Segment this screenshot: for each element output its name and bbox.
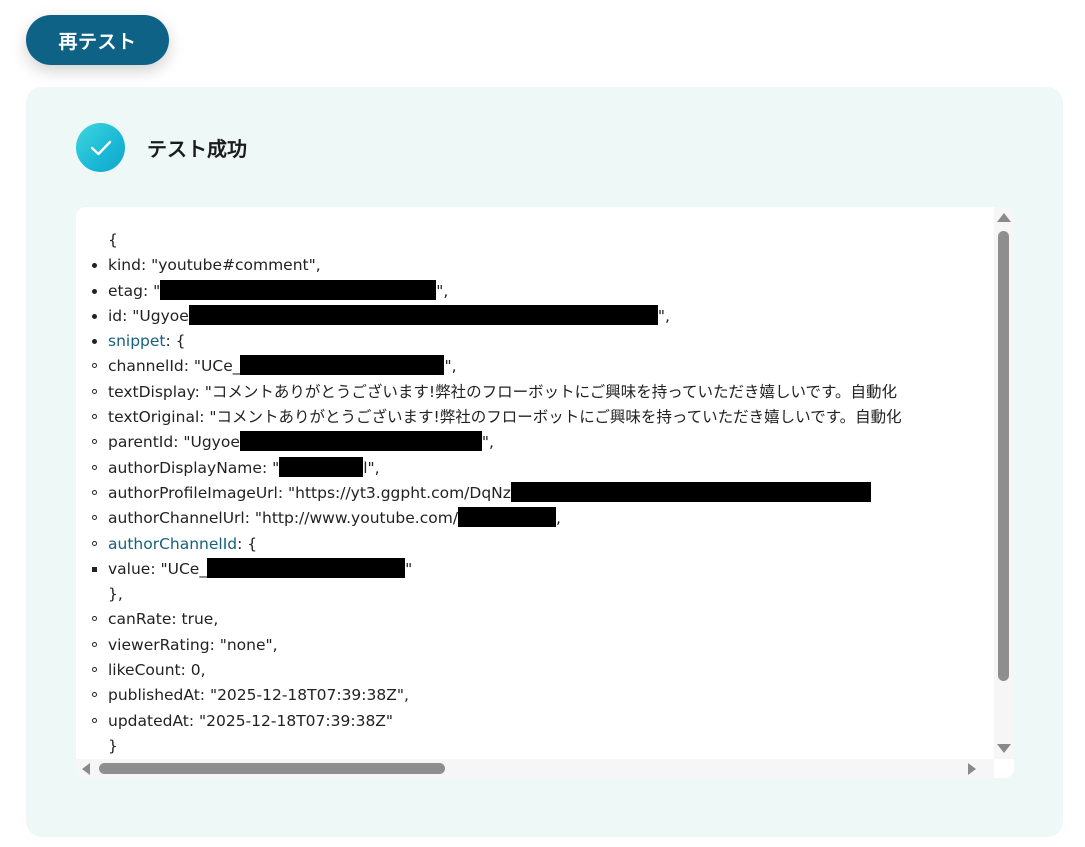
- list-item: kind: "youtube#comment",: [92, 253, 902, 278]
- list-item: canRate: true,: [92, 607, 902, 632]
- horizontal-scrollbar[interactable]: [76, 759, 994, 778]
- value-key: value: "UCe_: [108, 559, 208, 578]
- snippet-key-link[interactable]: snippet: [108, 332, 166, 350]
- authorDisplayName-key: authorDisplayName: ": [108, 458, 280, 477]
- list-item: updatedAt: "2025-12-18T07:39:38Z": [92, 709, 902, 734]
- triangle-up-icon[interactable]: [997, 213, 1011, 222]
- check-icon: [76, 123, 125, 172]
- channelId-suffix: ",: [444, 357, 457, 376]
- list-item: authorChannelId: { value: "UCe_ " },: [92, 532, 902, 608]
- authorChannelUrl-key: authorChannelUrl: "http://www.youtube.co…: [108, 509, 459, 528]
- list-item: value: "UCe_ ": [92, 557, 902, 582]
- list-item: authorDisplayName: " l",: [92, 456, 902, 481]
- canRate-line: canRate: true,: [108, 610, 219, 629]
- triangle-down-icon[interactable]: [997, 744, 1011, 753]
- redaction-block: [207, 557, 406, 578]
- open-brace: {: [108, 231, 118, 249]
- likeCount-line: likeCount: 0,: [108, 661, 206, 680]
- status-text: テスト成功: [147, 137, 247, 161]
- horizontal-scroll-thumb[interactable]: [99, 763, 445, 774]
- vertical-scrollbar[interactable]: [994, 207, 1014, 759]
- list-item: textOriginal: "コメントありがとうございます!弊社のフローボットに…: [92, 405, 902, 430]
- list-item: id: "Ugyoe ",: [92, 304, 902, 329]
- triangle-left-icon[interactable]: [82, 763, 90, 775]
- redaction-block: [239, 431, 482, 452]
- redaction-block: [160, 279, 437, 300]
- updatedAt-line: updatedAt: "2025-12-18T07:39:38Z": [108, 711, 394, 730]
- list-item: authorChannelUrl: "http://www.youtube.co…: [92, 506, 902, 531]
- list-item: viewerRating: "none",: [92, 633, 902, 658]
- list-item: etag: " ",: [92, 279, 902, 304]
- list-item: likeCount: 0,: [92, 658, 902, 683]
- authorDisplayName-suffix: l",: [363, 458, 380, 477]
- authorChannelUrl-suffix: ,: [556, 509, 561, 528]
- json-tree: { kind: "youtube#comment", etag: " ", id:…: [92, 228, 902, 759]
- test-result-panel: テスト成功 { kind: "youtube#comment", etag: "…: [26, 87, 1063, 837]
- value-suffix: ": [405, 559, 413, 578]
- list-item: snippet: { channelId: "UCe_ ", textDispla…: [92, 329, 902, 759]
- authorChannelId-key-link[interactable]: authorChannelId: [108, 535, 237, 553]
- list-item: authorProfileImageUrl: "https://yt3.ggph…: [92, 481, 902, 506]
- textDisplay-line: textDisplay: "コメントありがとうございます!弊社のフローボットにご…: [108, 382, 897, 401]
- redaction-block: [279, 456, 364, 477]
- triangle-right-icon[interactable]: [968, 763, 976, 775]
- list-item: channelId: "UCe_ ",: [92, 354, 902, 379]
- snippet-close-brace: }: [108, 736, 118, 755]
- authorProfileImageUrl-key: authorProfileImageUrl: "https://yt3.ggph…: [108, 483, 511, 502]
- parentId-suffix: ",: [481, 433, 494, 452]
- redaction-block: [240, 355, 445, 376]
- json-viewer[interactable]: { kind: "youtube#comment", etag: " ", id:…: [76, 207, 994, 759]
- top-level-list: kind: "youtube#comment", etag: " ", id: "…: [92, 253, 902, 759]
- publishedAt-line: publishedAt: "2025-12-18T07:39:38Z",: [108, 686, 409, 705]
- etag-key: etag: ": [108, 281, 161, 300]
- redaction-block: [510, 481, 871, 502]
- list-item: textDisplay: "コメントありがとうございます!弊社のフローボットにご…: [92, 380, 902, 405]
- list-item: parentId: "Ugyoe ",: [92, 430, 902, 455]
- viewerRating-line: viewerRating: "none",: [108, 635, 278, 654]
- retest-button[interactable]: 再テスト: [26, 15, 169, 65]
- list-item: publishedAt: "2025-12-18T07:39:38Z",: [92, 683, 902, 708]
- etag-suffix: ",: [436, 281, 449, 300]
- status-row: テスト成功: [76, 123, 247, 172]
- authorChannelId-list: value: "UCe_ ": [92, 557, 902, 582]
- snippet-open: : {: [165, 332, 186, 351]
- vertical-scroll-thumb[interactable]: [998, 231, 1009, 681]
- id-suffix: ",: [657, 306, 670, 325]
- authorChannelId-open: : {: [237, 534, 258, 553]
- redaction-block: [458, 507, 557, 528]
- parentId-key: parentId: "Ugyoe: [108, 433, 240, 452]
- redaction-block: [188, 304, 658, 325]
- id-key: id: "Ugyoe: [108, 306, 189, 325]
- textOriginal-line: textOriginal: "コメントありがとうございます!弊社のフローボットに…: [108, 408, 902, 427]
- channelId-key: channelId: "UCe_: [108, 357, 241, 376]
- kind-line: kind: "youtube#comment",: [108, 256, 321, 275]
- snippet-list: channelId: "UCe_ ", textDisplay: "コメントありが…: [92, 354, 902, 734]
- inner-close-brace: },: [108, 585, 123, 604]
- json-output-box: { kind: "youtube#comment", etag: " ", id:…: [76, 207, 1014, 778]
